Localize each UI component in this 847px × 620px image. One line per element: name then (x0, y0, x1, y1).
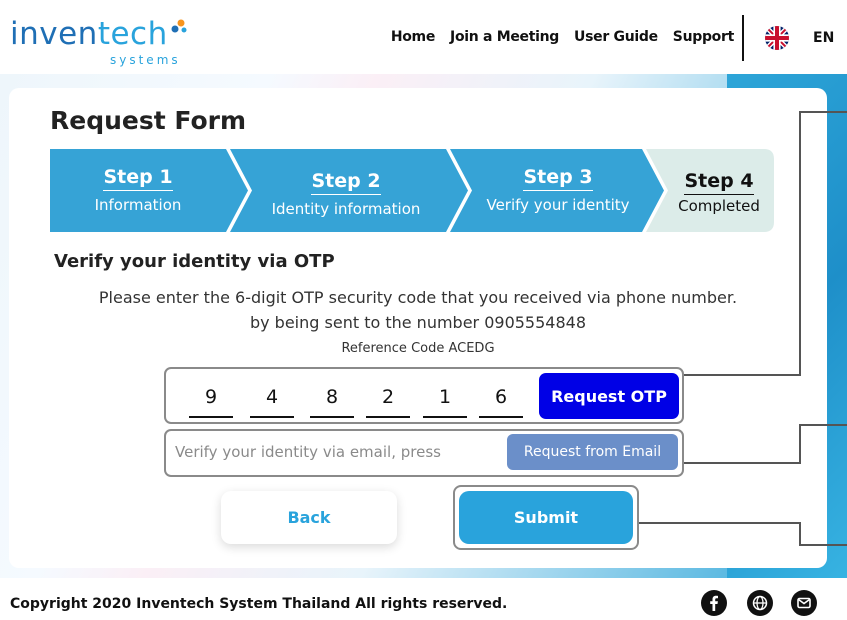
nav-divider (742, 15, 744, 61)
step-2-number: Step 2 (311, 170, 381, 195)
nav-join-meeting[interactable]: Join a Meeting (450, 29, 559, 45)
logo-subtitle: systems (110, 53, 181, 67)
step-4-label: Completed (678, 197, 760, 215)
reference-code: Reference Code ACEDG (341, 341, 495, 356)
facebook-icon[interactable] (701, 590, 727, 616)
step-1-label: Information (94, 196, 182, 214)
step-2: Step 2 Identity information (246, 149, 446, 232)
phone-number-text: by being sent to the number 0905554848 (249, 313, 587, 332)
otp-instructions: Please enter the 6-digit OTP security co… (98, 288, 738, 307)
logo-dots-icon (171, 19, 187, 33)
main-nav: Home Join a Meeting User Guide Support (391, 29, 734, 45)
request-email-button[interactable]: Request from Email (507, 434, 678, 470)
copyright-text: Copyright 2020 Inventech System Thailand… (10, 596, 508, 612)
language-label[interactable]: EN (813, 30, 834, 46)
logo[interactable]: inventech systems (10, 10, 187, 67)
step-1: Step 1 Information (50, 149, 226, 232)
nav-home[interactable]: Home (391, 29, 436, 45)
stepper: Step 1 Information Step 2 Identity infor… (50, 149, 774, 232)
nav-user-guide[interactable]: User Guide (574, 29, 658, 45)
step-3-number: Step 3 (523, 166, 593, 191)
step-2-label: Identity information (271, 200, 421, 218)
otp-digit-4[interactable]: 2 (366, 383, 410, 418)
otp-digit-5[interactable]: 1 (423, 383, 467, 418)
step-4-number: Step 4 (684, 170, 754, 195)
back-button[interactable]: Back (221, 491, 397, 544)
page-title: Request Form (50, 106, 247, 135)
otp-digit-1[interactable]: 9 (189, 383, 233, 418)
otp-digit-6[interactable]: 6 (479, 383, 523, 418)
step-4: Step 4 Completed (664, 149, 774, 232)
step-3: Step 3 Verify your identity (466, 149, 650, 232)
request-otp-button[interactable]: Request OTP (539, 373, 679, 419)
step-1-number: Step 1 (103, 166, 173, 191)
email-verify-prompt: Verify your identity via email, press (175, 443, 441, 461)
nav-support[interactable]: Support (673, 29, 735, 45)
otp-digit-2[interactable]: 4 (250, 383, 294, 418)
submit-button[interactable]: Submit (459, 491, 633, 544)
logo-text: inventech (10, 16, 168, 52)
header: inventech systems Home Join a Meeting Us… (0, 0, 847, 74)
globe-icon[interactable] (747, 590, 773, 616)
uk-flag-icon[interactable] (765, 26, 789, 50)
step-3-label: Verify your identity (486, 196, 630, 214)
section-title: Verify your identity via OTP (54, 251, 335, 272)
otp-digit-3[interactable]: 8 (310, 383, 354, 418)
mail-icon[interactable] (791, 590, 817, 616)
